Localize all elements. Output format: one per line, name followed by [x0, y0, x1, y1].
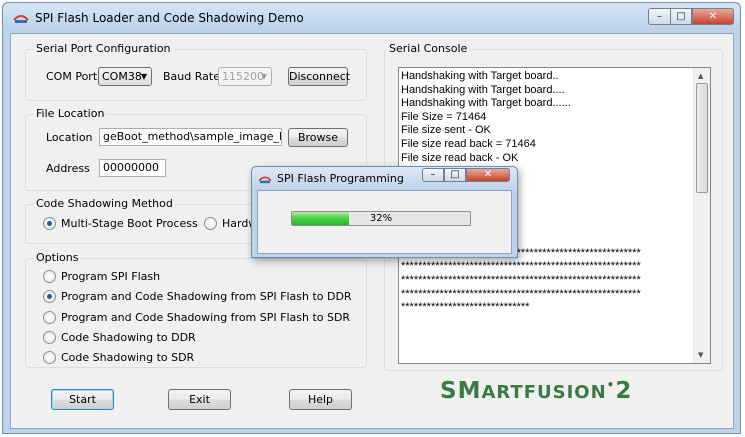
baud-rate-value: 115200 — [222, 70, 264, 83]
hardware-radio[interactable] — [204, 217, 217, 230]
browse-button[interactable]: Browse — [288, 128, 348, 147]
logo-part-art: ART — [481, 382, 524, 403]
console-line: File size read back = 71464 — [401, 137, 536, 150]
serial-console-group-title: Serial Console — [387, 42, 470, 55]
scroll-up-icon[interactable]: ▲ — [698, 72, 703, 80]
dialog-minimize-button[interactable]: – — [422, 168, 444, 182]
console-line: File size sent - OK — [401, 124, 491, 137]
window-title: SPI Flash Loader and Code Shadowing Demo — [35, 11, 304, 25]
disconnect-button[interactable]: Disconnect — [288, 67, 350, 86]
console-line: Handshaking with Target board.. — [401, 70, 559, 82]
chevron-down-icon: ▼ — [260, 72, 267, 81]
app-icon — [13, 15, 29, 23]
option-radio-3[interactable] — [43, 311, 56, 324]
dialog-close-button[interactable]: ✕ — [466, 168, 510, 182]
scroll-thumb[interactable] — [696, 83, 708, 193]
baud-rate-select: 115200 ▼ — [218, 67, 272, 86]
console-line: ****************************************… — [401, 287, 641, 300]
option-label-3: Program and Code Shadowing from SPI Flas… — [61, 311, 351, 324]
maximize-button[interactable]: □ — [670, 8, 692, 25]
dialog-app-icon — [258, 176, 272, 184]
progress-dialog: SPI Flash Programming – □ ✕ 32% — [251, 166, 518, 258]
location-field[interactable]: geBoot_method\sample_image_LPDDR.bin — [99, 128, 282, 146]
console-line: ****************************************… — [401, 260, 641, 273]
option-radio-5[interactable] — [43, 351, 56, 364]
options-group-title: Options — [34, 251, 81, 264]
logo-part-fusion: FUSION — [523, 382, 607, 403]
multi-stage-radio[interactable] — [43, 217, 56, 230]
location-label: Location — [46, 131, 93, 144]
file-location-group-title: File Location — [34, 107, 107, 120]
close-button[interactable]: ✕ — [692, 8, 734, 25]
title-bar[interactable]: SPI Flash Loader and Code Shadowing Demo… — [3, 3, 740, 31]
logo-part-2: 2 — [615, 378, 633, 404]
progress-percent: 32% — [369, 213, 393, 224]
chevron-down-icon: ▼ — [140, 72, 147, 81]
smartfusion2-logo: SMARTFUSION•2 — [440, 378, 632, 404]
serial-port-group-title: Serial Port Configuration — [34, 42, 173, 55]
console-line: Handshaking with Target board...... — [401, 97, 571, 110]
option-label-4: Code Shadowing to DDR — [61, 331, 196, 344]
exit-button[interactable]: Exit — [168, 389, 231, 410]
com-port-label: COM Port — [46, 70, 98, 83]
console-line: ****************************** — [401, 301, 530, 314]
console-scrollbar[interactable]: ▲ ▼ — [693, 68, 710, 363]
option-label-5: Code Shadowing to SDR — [61, 351, 195, 364]
dialog-title: SPI Flash Programming — [277, 172, 404, 185]
logo-part-sm: SM — [440, 378, 482, 404]
multi-stage-label: Multi-Stage Boot Process — [61, 217, 198, 230]
address-field[interactable]: 00000000 — [99, 159, 166, 177]
dialog-title-bar[interactable]: SPI Flash Programming – □ ✕ — [252, 167, 517, 189]
option-radio-4[interactable] — [43, 331, 56, 344]
dialog-client-area: 32% — [257, 190, 512, 254]
option-label-2: Program and Code Shadowing from SPI Flas… — [61, 290, 352, 303]
address-label: Address — [46, 162, 90, 175]
console-line: File Size = 71464 — [401, 110, 487, 123]
option-radio-1[interactable] — [43, 270, 56, 283]
help-button[interactable]: Help — [289, 389, 352, 410]
option-radio-2[interactable] — [43, 290, 56, 303]
scroll-down-icon[interactable]: ▼ — [698, 351, 703, 359]
progress-bar: 32% — [291, 211, 471, 226]
minimize-button[interactable]: – — [648, 8, 671, 25]
console-line: File size read back - OK — [401, 151, 519, 164]
dialog-maximize-button[interactable]: □ — [444, 168, 466, 182]
com-port-value: COM38 — [102, 70, 142, 83]
shadowing-method-group-title: Code Shadowing Method — [34, 197, 175, 210]
baud-rate-label: Baud Rate — [163, 70, 220, 83]
start-button[interactable]: Start — [51, 389, 114, 410]
option-label-1: Program SPI Flash — [61, 270, 161, 283]
console-line: Handshaking with Target board.... — [401, 83, 565, 96]
com-port-select[interactable]: COM38 ▼ — [98, 67, 152, 86]
console-line: ****************************************… — [401, 273, 641, 286]
